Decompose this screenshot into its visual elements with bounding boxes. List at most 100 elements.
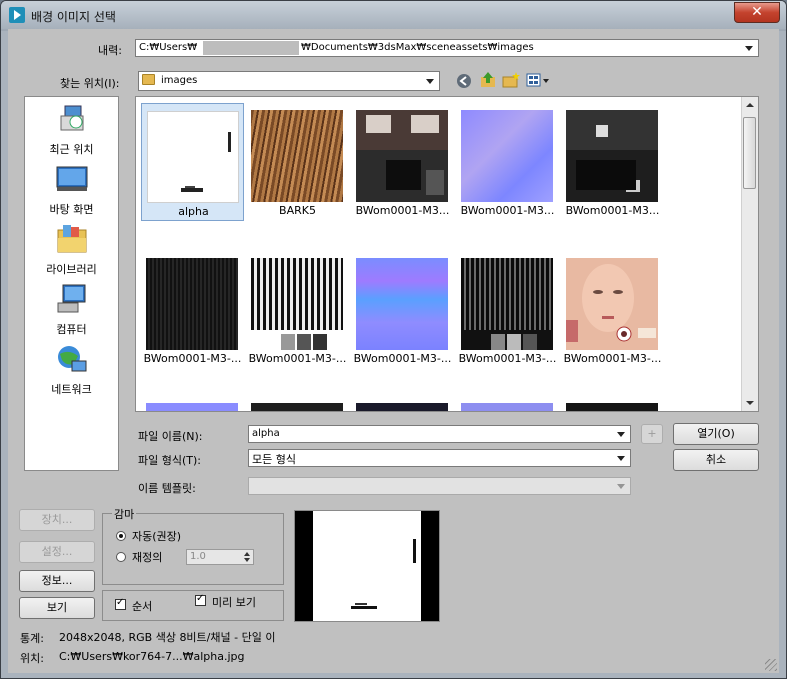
chevron-down-icon[interactable]: [423, 75, 437, 88]
place-libraries[interactable]: 라이브러리: [25, 224, 118, 277]
thumbnail-image: [461, 403, 553, 411]
filetype-value: 모든 형식: [252, 453, 296, 466]
location-value: C:₩Users₩kor764-7...₩alpha.jpg: [59, 650, 245, 663]
spinner-arrows-icon[interactable]: [242, 550, 252, 564]
folder-icon: [142, 74, 155, 85]
gamma-override-value: 1.0: [190, 551, 206, 562]
gamma-override-radio[interactable]: [116, 552, 126, 562]
chevron-down-icon[interactable]: [742, 42, 756, 55]
file-name: BWom0001-M3-...: [563, 352, 662, 365]
close-button[interactable]: ✕: [734, 2, 780, 23]
setup-button[interactable]: 장치...: [19, 509, 95, 531]
sequence-checkbox[interactable]: [115, 597, 126, 610]
thumbnail-image: [251, 110, 343, 202]
thumbnail-image: [566, 110, 658, 202]
file-thumbnail[interactable]: BWom0001-M3...: [561, 103, 664, 221]
open-button[interactable]: 열기(O): [673, 423, 759, 445]
file-name: BWom0001-M3...: [355, 204, 450, 217]
place-computer[interactable]: 컴퓨터: [25, 284, 118, 337]
view-menu-icon[interactable]: [526, 71, 552, 89]
file-thumbnail[interactable]: BWom0001-M3...: [351, 103, 454, 221]
place-network[interactable]: 네트워크: [25, 344, 118, 397]
scroll-up-icon[interactable]: [742, 97, 758, 113]
lookin-value: images: [161, 75, 198, 86]
new-folder-icon[interactable]: [502, 71, 520, 89]
thumbnail-image: [356, 110, 448, 202]
up-folder-icon[interactable]: [479, 71, 497, 89]
3dsmax-app-icon: [9, 7, 25, 23]
thumbnail-image: [146, 403, 238, 411]
sequence-label: 순서: [132, 600, 153, 613]
network-icon: [57, 346, 86, 372]
title-bar[interactable]: 배경 이미지 선택 ✕: [1, 1, 786, 29]
file-list: alpha BARK5 BWom0001-M3... BWom0001-M3..…: [135, 96, 759, 412]
settings-button[interactable]: 설정...: [19, 541, 95, 563]
file-thumbnail[interactable]: BWom0001-M3-...: [141, 251, 244, 369]
filename-combo[interactable]: alpha: [248, 425, 631, 443]
file-name: alpha: [178, 205, 209, 218]
scrollbar-thumb[interactable]: [743, 117, 756, 189]
file-name: BWom0001-M3...: [460, 204, 555, 217]
resize-grip[interactable]: [765, 659, 777, 671]
preview-label: 미리 보기: [212, 596, 256, 609]
texture-art: [251, 330, 343, 350]
gamma-auto-label: 자동(권장): [132, 530, 182, 543]
thumbnail-image: [147, 111, 239, 203]
thumbnail-image: [356, 258, 448, 350]
thumbnail-image: [566, 258, 658, 350]
filename-value: alpha: [252, 428, 280, 439]
place-label: 컴퓨터: [56, 323, 87, 336]
place-recent[interactable]: 최근 위치: [25, 104, 118, 157]
file-name: BARK5: [279, 204, 316, 217]
computer-icon: [57, 284, 85, 313]
lookin-label: 찾는 위치(I):: [60, 77, 120, 90]
desktop-icon: [56, 166, 87, 191]
chevron-down-icon[interactable]: [614, 480, 628, 493]
dialog-window: 배경 이미지 선택 ✕ 내력: C:₩Users₩ ₩Documents₩3ds…: [0, 0, 787, 679]
libraries-icon: [57, 225, 86, 253]
back-icon[interactable]: [455, 72, 473, 90]
cancel-button[interactable]: 취소: [673, 449, 759, 471]
chevron-down-icon[interactable]: [614, 428, 628, 441]
gamma-override-spinner[interactable]: 1.0: [186, 549, 254, 565]
template-combo[interactable]: [248, 477, 631, 495]
file-name: BWom0001-M3-...: [458, 352, 557, 365]
file-thumbnail[interactable]: BARK5: [246, 103, 349, 221]
chevron-down-icon[interactable]: [614, 452, 628, 465]
preview-checkbox[interactable]: [195, 593, 206, 606]
place-desktop[interactable]: 바탕 화면: [25, 164, 118, 217]
place-label: 네트워크: [51, 383, 92, 396]
scroll-down-icon[interactable]: [742, 395, 758, 411]
file-thumbnail[interactable]: BWom0001-M3-...: [246, 251, 349, 369]
window-title: 배경 이미지 선택: [31, 10, 116, 24]
template-label: 이름 템플릿:: [138, 482, 196, 495]
lookin-combo[interactable]: images: [138, 71, 440, 91]
file-thumbnail[interactable]: BWom0001-M3-...: [561, 251, 664, 369]
recent-places-icon: [60, 105, 83, 131]
stats-label: 통계:: [20, 632, 44, 645]
thumbnail-image: [566, 403, 658, 411]
filetype-combo[interactable]: 모든 형식: [248, 449, 631, 467]
file-thumbnail[interactable]: BWom0001-M3...: [456, 103, 559, 221]
location-label: 위치:: [20, 652, 44, 665]
texture-art: [566, 264, 656, 342]
thumbnail-image: [461, 258, 553, 350]
gamma-auto-radio[interactable]: [116, 531, 126, 541]
places-sidebar: 최근 위치 바탕 화면 라이브러리 컴퓨터 네트워크: [24, 96, 119, 471]
preview-image: [295, 511, 439, 621]
file-list-scrollbar[interactable]: [741, 97, 758, 411]
file-thumbnail[interactable]: BWom0001-M3-...: [351, 251, 454, 369]
file-name: BWom0001-M3-...: [143, 352, 242, 365]
history-combo[interactable]: C:₩Users₩ ₩Documents₩3dsMax₩sceneassets₩…: [135, 39, 759, 57]
info-button[interactable]: 정보...: [19, 570, 95, 592]
options-group: [102, 590, 284, 621]
history-path-start: C:₩Users₩: [139, 42, 198, 53]
add-filename-button[interactable]: +: [641, 424, 663, 444]
file-thumbnail[interactable]: BWom0001-M3-...: [456, 251, 559, 369]
file-thumbnail[interactable]: alpha: [141, 103, 244, 221]
file-name: BWom0001-M3-...: [353, 352, 452, 365]
filename-label: 파일 이름(N):: [138, 430, 203, 443]
history-path-redacted: [203, 41, 299, 55]
view-button[interactable]: 보기: [19, 597, 95, 619]
file-name: BWom0001-M3-...: [248, 352, 347, 365]
